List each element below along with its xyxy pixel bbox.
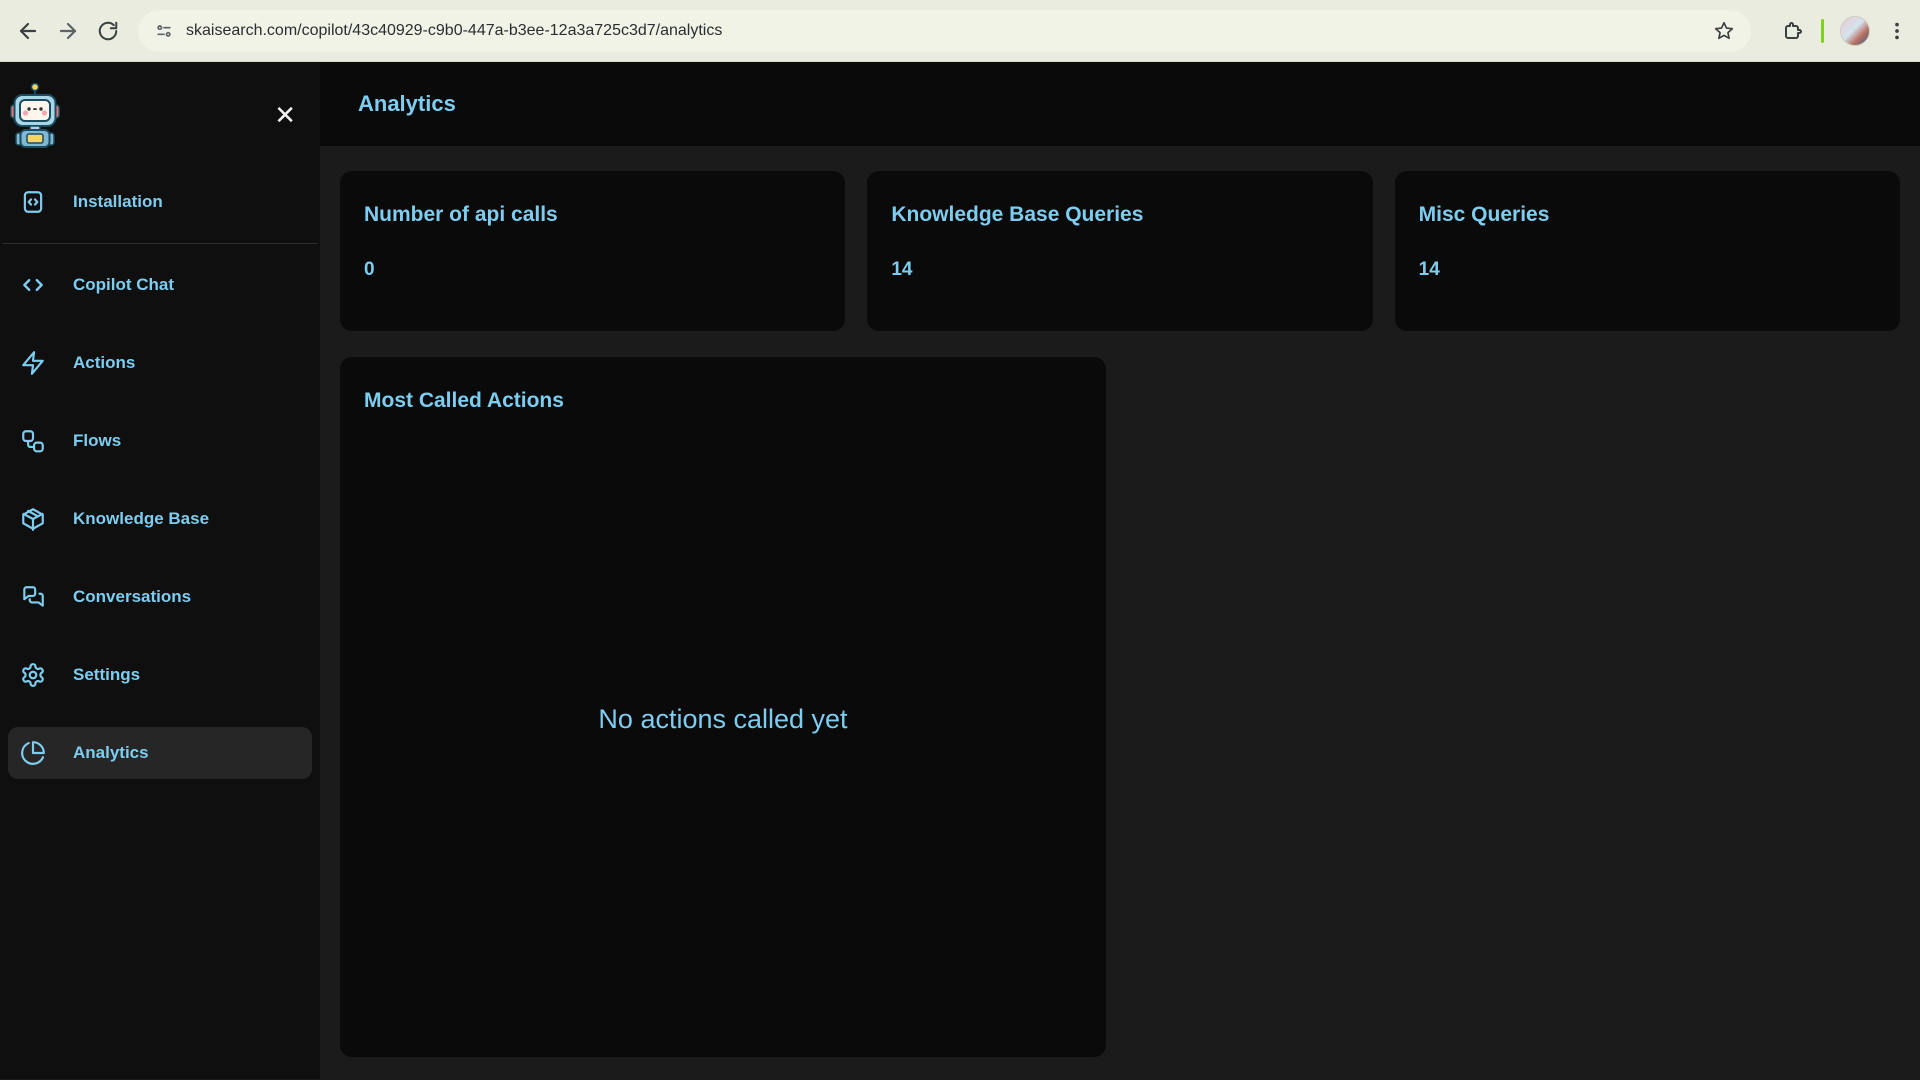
code-icon bbox=[20, 272, 46, 298]
stat-card-kb-queries: Knowledge Base Queries 14 bbox=[867, 171, 1373, 331]
profile-avatar[interactable] bbox=[1840, 15, 1870, 46]
stat-card-misc-queries: Misc Queries 14 bbox=[1394, 171, 1900, 331]
empty-state-message: No actions called yet bbox=[598, 703, 848, 734]
zap-icon bbox=[20, 350, 46, 376]
main-area: Analytics Number of api calls 0 Knowledg… bbox=[320, 62, 1920, 1079]
sidebar-item-label: Analytics bbox=[73, 743, 149, 762]
sidebar-close-icon[interactable]: ✕ bbox=[274, 102, 296, 128]
gear-icon bbox=[20, 662, 46, 688]
url-text[interactable]: skaisearch.com/copilot/43c40929-c9b0-447… bbox=[186, 22, 1713, 40]
actions-card-title: Most Called Actions bbox=[364, 389, 564, 412]
back-button[interactable] bbox=[8, 11, 48, 51]
stat-title: Knowledge Base Queries bbox=[891, 203, 1144, 226]
empty-state: No actions called yet bbox=[364, 413, 1082, 1025]
sidebar-item-label: Installation bbox=[73, 192, 163, 211]
workflow-icon bbox=[20, 428, 46, 454]
stats-row: Number of api calls 0 Knowledge Base Que… bbox=[340, 171, 1900, 331]
sidebar-item-label: Flows bbox=[73, 431, 122, 450]
sidebar-nav: Installation Copilot Chat Actions Flows … bbox=[0, 168, 320, 805]
chat-bubbles-icon bbox=[20, 584, 46, 610]
extensions-puzzle-icon[interactable] bbox=[1781, 19, 1805, 43]
sidebar-item-knowledge-base[interactable]: Knowledge Base bbox=[8, 493, 312, 545]
cube-icon bbox=[20, 506, 46, 532]
code-square-icon bbox=[20, 189, 46, 215]
stat-title: Misc Queries bbox=[1418, 203, 1550, 226]
address-bar[interactable]: skaisearch.com/copilot/43c40929-c9b0-447… bbox=[138, 9, 1751, 52]
stat-value: 14 bbox=[1418, 259, 1440, 280]
sidebar: ✕ Installation Copilot Chat Actions Flow… bbox=[0, 62, 320, 1079]
sidebar-item-conversations[interactable]: Conversations bbox=[8, 571, 312, 623]
sidebar-item-installation[interactable]: Installation bbox=[8, 176, 312, 228]
pie-chart-icon bbox=[20, 740, 46, 766]
bookmark-star-icon[interactable] bbox=[1713, 20, 1735, 42]
page-header: Analytics bbox=[320, 62, 1920, 146]
browser-menu-icon[interactable] bbox=[1886, 20, 1908, 42]
sidebar-item-copilot-chat[interactable]: Copilot Chat bbox=[8, 259, 312, 311]
sidebar-separator bbox=[2, 243, 318, 244]
sidebar-item-label: Copilot Chat bbox=[73, 275, 175, 294]
sidebar-item-label: Conversations bbox=[73, 587, 192, 606]
sidebar-item-actions[interactable]: Actions bbox=[8, 337, 312, 389]
back-arrow-icon bbox=[19, 22, 37, 39]
robot-logo bbox=[10, 82, 60, 148]
content: Number of api calls 0 Knowledge Base Que… bbox=[320, 146, 1920, 1079]
sidebar-item-analytics[interactable]: Analytics bbox=[8, 727, 312, 779]
refresh-icon bbox=[98, 21, 118, 40]
refresh-button[interactable] bbox=[88, 11, 128, 51]
sidebar-item-label: Settings bbox=[73, 665, 141, 684]
toolbar-right-cluster bbox=[1781, 15, 1908, 46]
sidebar-item-flows[interactable]: Flows bbox=[8, 415, 312, 467]
forward-button[interactable] bbox=[48, 11, 88, 51]
stat-value: 14 bbox=[891, 259, 913, 280]
forward-arrow-icon bbox=[59, 22, 77, 39]
sidebar-item-label: Actions bbox=[73, 353, 136, 372]
browser-toolbar: skaisearch.com/copilot/43c40929-c9b0-447… bbox=[0, 0, 1920, 62]
stat-card-api-calls: Number of api calls 0 bbox=[340, 171, 846, 331]
page-title: Analytics bbox=[358, 91, 456, 116]
toolbar-divider bbox=[1821, 18, 1824, 43]
site-info-icon[interactable] bbox=[154, 21, 174, 41]
sidebar-item-settings[interactable]: Settings bbox=[8, 649, 312, 701]
sidebar-item-label: Knowledge Base bbox=[73, 509, 210, 528]
sidebar-header: ✕ bbox=[0, 62, 320, 168]
stat-title: Number of api calls bbox=[364, 203, 558, 226]
stat-value: 0 bbox=[364, 259, 375, 280]
most-called-actions-card: Most Called Actions No actions called ye… bbox=[340, 357, 1106, 1057]
